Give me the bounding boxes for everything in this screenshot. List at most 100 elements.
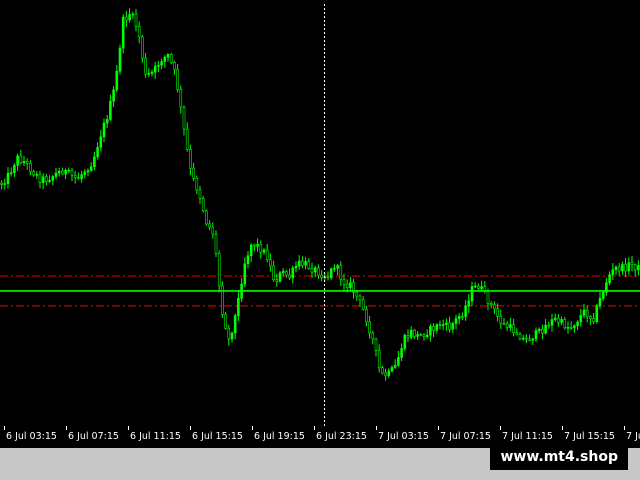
- candle-body: [243, 263, 247, 285]
- candle-body: [624, 264, 627, 272]
- candle-body: [166, 54, 170, 58]
- candle-body: [29, 163, 32, 172]
- candle-body: [128, 14, 131, 21]
- candle-body: [365, 309, 368, 323]
- candle-body: [96, 147, 99, 158]
- candle-body: [262, 249, 266, 253]
- candle-body: [403, 335, 407, 349]
- candle-body: [377, 350, 381, 368]
- candle-body: [313, 267, 317, 273]
- candle-body: [544, 324, 547, 334]
- candle-body: [16, 155, 19, 166]
- candle-body: [480, 286, 483, 289]
- candle-body: [435, 324, 439, 331]
- candle-body: [550, 319, 554, 326]
- candle-body: [461, 315, 464, 318]
- candle-body: [317, 267, 320, 276]
- candle-body: [438, 324, 442, 326]
- candle-body: [448, 322, 451, 330]
- candle-body: [237, 297, 240, 316]
- candle-body: [57, 170, 61, 174]
- candle-body: [563, 319, 567, 329]
- candle-body: [486, 290, 490, 304]
- candle-body: [54, 172, 58, 177]
- candle-body: [259, 244, 263, 253]
- candle-body: [288, 274, 291, 279]
- time-axis-label: 7 Jul 07:15: [440, 431, 491, 442]
- candle-body: [320, 274, 323, 278]
- candle-body: [205, 210, 208, 225]
- candle-body: [198, 189, 202, 199]
- candle-body: [333, 267, 336, 270]
- candle-body: [585, 309, 589, 317]
- time-axis-label: 7 Jul 11:15: [502, 431, 553, 442]
- time-axis-tick: [376, 426, 377, 430]
- candle-body: [141, 36, 144, 59]
- time-axis-tick: [252, 426, 253, 430]
- candle-body: [445, 322, 448, 325]
- candle-body: [397, 357, 400, 366]
- time-axis-label: 6 Jul 11:15: [130, 431, 181, 442]
- candle-body: [19, 155, 23, 164]
- chart-area[interactable]: [0, 0, 640, 426]
- price-chart[interactable]: [0, 0, 640, 426]
- candle-body: [307, 261, 311, 269]
- candle-body: [275, 279, 279, 282]
- candle-body: [541, 328, 544, 334]
- candle-body: [131, 13, 135, 16]
- candle-body: [201, 198, 205, 212]
- time-axis-label: 7 Jul 03:15: [378, 431, 429, 442]
- candle-body: [531, 338, 535, 341]
- candle-body: [297, 260, 301, 267]
- candle-body: [374, 338, 378, 351]
- candle-body: [358, 295, 362, 301]
- candle-body: [32, 171, 35, 176]
- candle-body: [579, 315, 583, 323]
- candle-body: [547, 324, 551, 327]
- candle-body: [35, 174, 39, 176]
- candle-body: [368, 321, 371, 334]
- candle-body: [112, 89, 115, 102]
- candle-body: [493, 304, 496, 309]
- candle-body: [361, 299, 365, 310]
- candle-body: [576, 321, 579, 327]
- candle-body: [105, 119, 109, 124]
- candle-body: [457, 315, 461, 319]
- candle-body: [211, 226, 215, 235]
- time-axis-tick: [438, 426, 439, 430]
- candle-body: [553, 317, 557, 320]
- candle-body: [125, 16, 128, 21]
- candle-body: [137, 26, 141, 38]
- candle-body: [253, 244, 256, 247]
- candle-body: [329, 268, 333, 279]
- candle-body: [291, 267, 295, 279]
- candle-body: [371, 332, 375, 340]
- candle-body: [195, 177, 199, 191]
- candle-body: [633, 264, 637, 271]
- candle-body: [163, 56, 167, 62]
- candle-body: [355, 291, 359, 297]
- candle-body: [518, 333, 522, 340]
- candle-body: [227, 328, 231, 340]
- candle-body: [278, 272, 282, 282]
- candle-body: [25, 161, 29, 164]
- time-axis-tick: [562, 426, 563, 430]
- candle-body: [102, 122, 106, 138]
- candle-body: [173, 62, 176, 70]
- candle-body: [67, 169, 71, 172]
- candle-body: [38, 174, 42, 184]
- candle-body: [157, 64, 160, 67]
- candle-body: [614, 266, 618, 270]
- candle-body: [304, 261, 307, 266]
- candle-body: [601, 291, 605, 299]
- candle-body: [617, 266, 621, 272]
- time-axis-tick: [4, 426, 5, 430]
- candle-body: [582, 309, 586, 316]
- candle-body: [512, 324, 515, 334]
- candle-body: [336, 265, 339, 269]
- time-axis-label: 6 Jul 03:15: [6, 431, 57, 442]
- candle-body: [419, 334, 423, 336]
- candle-body: [381, 367, 384, 374]
- candle-body: [595, 305, 599, 322]
- candle-body: [48, 179, 51, 182]
